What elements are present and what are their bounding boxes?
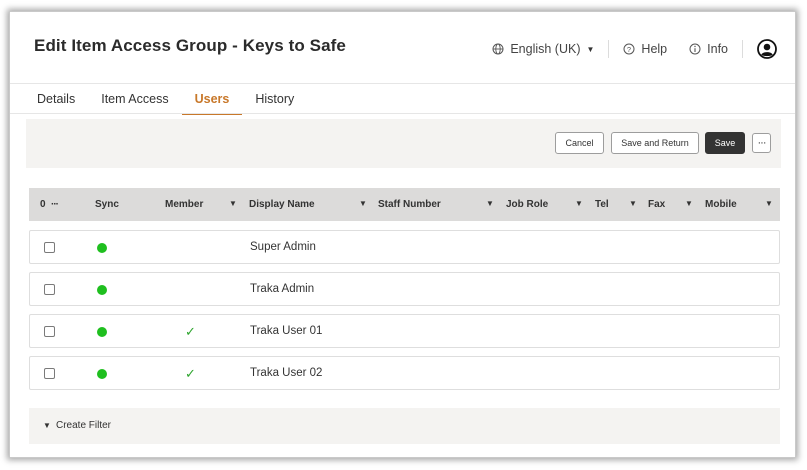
member-check-icon: ✓ bbox=[185, 324, 196, 339]
page-header: Edit Item Access Group - Keys to Safe En… bbox=[10, 12, 795, 84]
tab-item-access[interactable]: Item Access bbox=[88, 92, 181, 114]
language-label: English (UK) bbox=[510, 42, 581, 56]
filter-icon[interactable]: ▼ bbox=[685, 199, 693, 208]
filter-icon[interactable]: ▼ bbox=[359, 199, 367, 208]
create-filter-bar[interactable]: ▼ Create Filter bbox=[29, 408, 780, 444]
row-checkbox[interactable] bbox=[44, 284, 55, 295]
cancel-button[interactable]: Cancel bbox=[555, 132, 604, 154]
sync-status-icon bbox=[97, 285, 107, 295]
sync-status-icon bbox=[97, 243, 107, 253]
tab-details[interactable]: Details bbox=[24, 92, 88, 114]
selected-count: 0 bbox=[40, 199, 46, 210]
column-header-fax[interactable]: Fax bbox=[648, 199, 665, 210]
column-header-sync[interactable]: Sync bbox=[95, 199, 119, 210]
filter-icon[interactable]: ▼ bbox=[486, 199, 494, 208]
column-header-mobile[interactable]: Mobile bbox=[705, 199, 737, 210]
filter-icon: ▼ bbox=[43, 421, 51, 430]
display-name-cell: Traka User 02 bbox=[250, 367, 323, 379]
create-filter-label: Create Filter bbox=[56, 420, 112, 431]
app-window: Edit Item Access Group - Keys to Safe En… bbox=[9, 11, 796, 458]
row-checkbox[interactable] bbox=[44, 326, 55, 337]
caret-down-icon: ▼ bbox=[586, 44, 595, 54]
tabs-divider bbox=[10, 113, 795, 114]
divider bbox=[742, 40, 743, 58]
user-avatar-icon[interactable] bbox=[757, 39, 777, 59]
tab-users[interactable]: Users bbox=[181, 92, 243, 115]
page-title: Edit Item Access Group - Keys to Safe bbox=[34, 36, 346, 55]
column-header-display-name[interactable]: Display Name bbox=[249, 199, 315, 210]
header-actions: English (UK) ▼ ? Help Info bbox=[492, 39, 777, 59]
column-header-staff-number[interactable]: Staff Number bbox=[378, 199, 441, 210]
save-button[interactable]: Save bbox=[705, 132, 745, 154]
display-name-cell: Traka User 01 bbox=[250, 325, 323, 337]
more-actions-button[interactable]: ··· bbox=[752, 133, 771, 153]
column-header-tel[interactable]: Tel bbox=[595, 199, 609, 210]
grid-header: 0 ··· Sync Member ▼ Display Name ▼ Staff… bbox=[29, 188, 780, 221]
filter-icon[interactable]: ▼ bbox=[229, 199, 237, 208]
member-check-icon: ✓ bbox=[185, 366, 196, 381]
table-row[interactable]: Super Admin bbox=[29, 230, 780, 264]
filter-icon[interactable]: ▼ bbox=[629, 199, 637, 208]
question-icon: ? bbox=[623, 43, 635, 55]
table-row[interactable]: Traka Admin bbox=[29, 272, 780, 306]
tab-bar: Details Item Access Users History bbox=[24, 92, 307, 115]
sync-status-icon bbox=[97, 327, 107, 337]
divider bbox=[608, 40, 610, 58]
display-name-cell: Traka Admin bbox=[250, 283, 315, 295]
tab-history[interactable]: History bbox=[242, 92, 307, 114]
help-label: Help bbox=[641, 42, 668, 56]
column-header-member[interactable]: Member bbox=[165, 199, 203, 210]
globe-icon bbox=[492, 43, 504, 55]
row-checkbox[interactable] bbox=[44, 368, 55, 379]
info-label: Info bbox=[707, 42, 728, 56]
svg-text:?: ? bbox=[627, 45, 631, 54]
help-link[interactable]: ? Help bbox=[623, 42, 667, 56]
action-toolbar: Cancel Save and Return Save ··· bbox=[26, 119, 781, 168]
filter-icon[interactable]: ▼ bbox=[575, 199, 583, 208]
sync-status-icon bbox=[97, 369, 107, 379]
grid-options-button[interactable]: ··· bbox=[51, 199, 59, 210]
info-link[interactable]: Info bbox=[689, 42, 728, 56]
info-icon bbox=[689, 43, 701, 55]
filter-icon[interactable]: ▼ bbox=[765, 199, 773, 208]
table-row[interactable]: ✓ Traka User 02 bbox=[29, 356, 780, 390]
table-row[interactable]: ✓ Traka User 01 bbox=[29, 314, 780, 348]
display-name-cell: Super Admin bbox=[250, 241, 316, 253]
column-header-job-role[interactable]: Job Role bbox=[506, 199, 548, 210]
save-and-return-button[interactable]: Save and Return bbox=[611, 132, 699, 154]
language-selector[interactable]: English (UK) ▼ bbox=[492, 42, 594, 56]
row-checkbox[interactable] bbox=[44, 242, 55, 253]
